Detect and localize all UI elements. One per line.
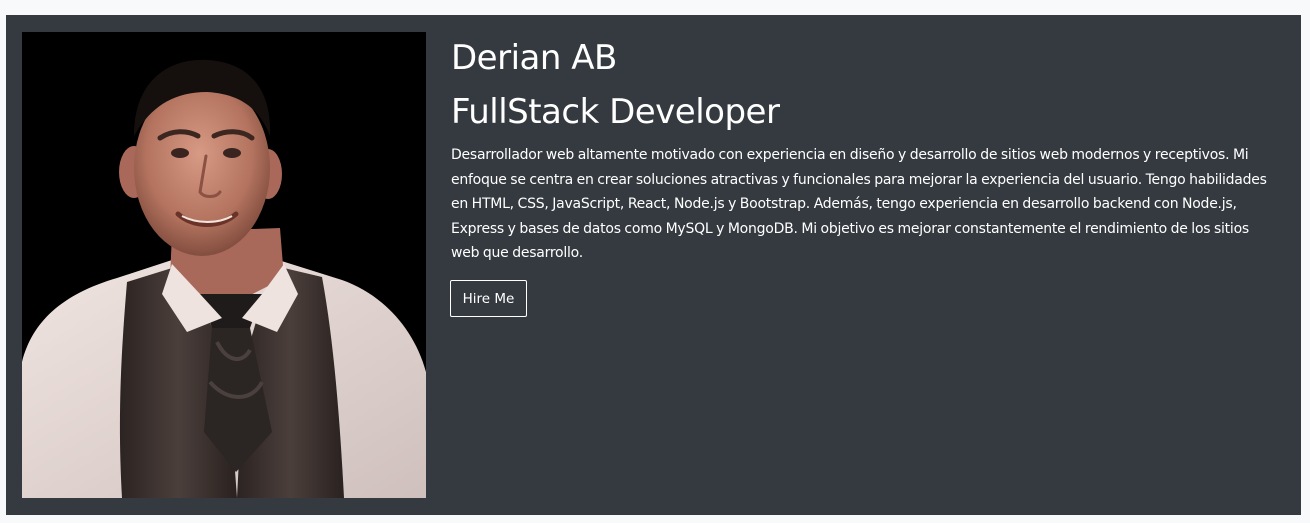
profile-role: FullStack Developer xyxy=(451,92,780,132)
profile-content: Derian AB FullStack Developer Desarrolla… xyxy=(451,35,1281,266)
profile-photo xyxy=(22,32,426,498)
hire-me-button[interactable]: Hire Me xyxy=(450,280,527,317)
profile-photo-illustration xyxy=(22,32,426,498)
hero-section: Derian AB FullStack Developer Desarrolla… xyxy=(6,15,1301,515)
profile-bio: Desarrollador web altamente motivado con… xyxy=(451,147,1267,261)
profile-name: Derian AB xyxy=(451,38,617,78)
